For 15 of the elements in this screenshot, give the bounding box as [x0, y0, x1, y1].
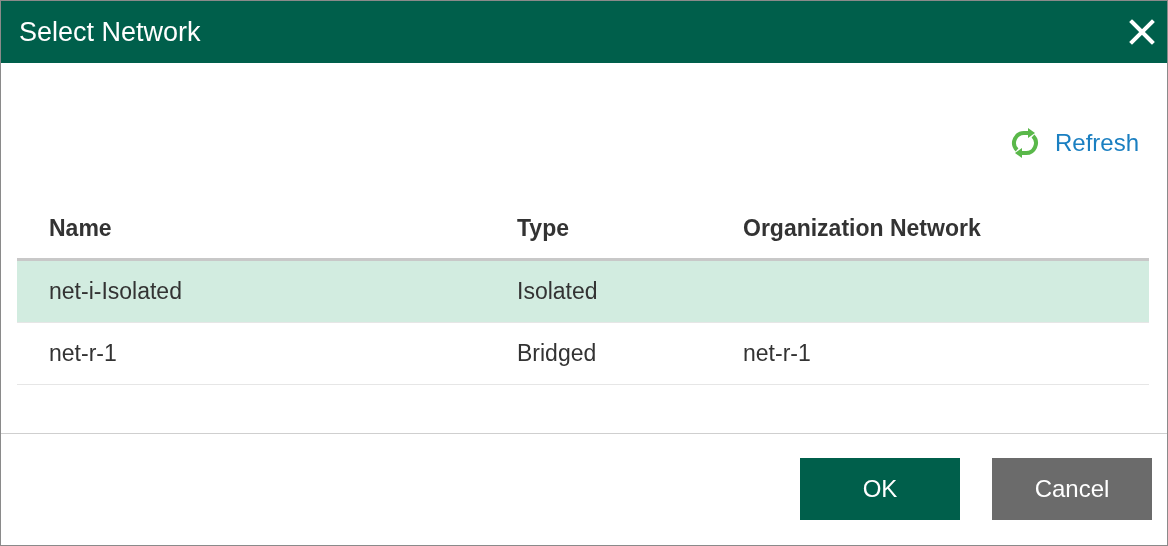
- table-cell: net-r-1: [743, 340, 811, 367]
- window-title: Select Network: [19, 15, 201, 49]
- column-header[interactable]: Name: [49, 215, 112, 242]
- table-cell: net-r-1: [49, 340, 117, 367]
- column-header[interactable]: Organization Network: [743, 215, 981, 242]
- refresh-icon: [1010, 128, 1039, 158]
- column-header[interactable]: Type: [517, 215, 569, 242]
- ok-button[interactable]: OK: [800, 457, 960, 520]
- table-cell: net-i-Isolated: [49, 278, 182, 305]
- close-icon[interactable]: [1127, 17, 1157, 47]
- cancel-button[interactable]: Cancel: [992, 457, 1152, 520]
- table-cell: Bridged: [517, 340, 597, 367]
- table-cell: Isolated: [517, 278, 598, 305]
- table-row[interactable]: net-i-Isolated Isolated: [17, 261, 1149, 323]
- refresh-button[interactable]: Refresh: [1010, 125, 1139, 161]
